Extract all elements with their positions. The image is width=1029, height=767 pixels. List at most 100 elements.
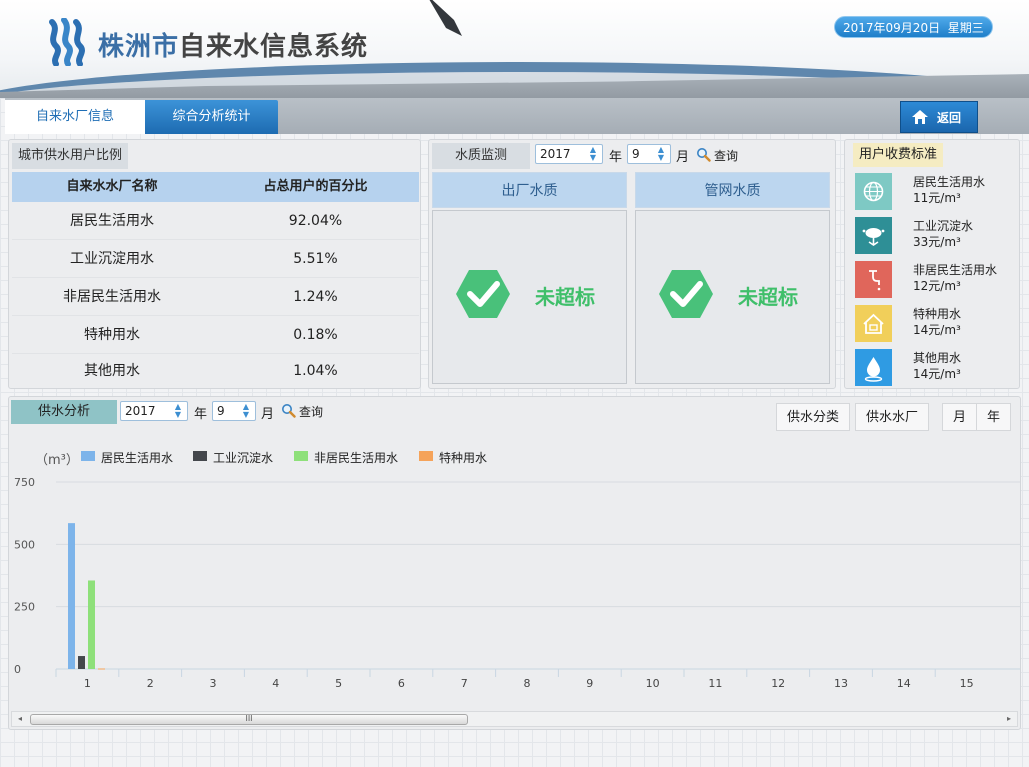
table-row: 工业沉淀用水 5.51%: [12, 240, 419, 278]
bar-3-1: [88, 580, 95, 669]
tariff-name: 居民生活用水: [913, 175, 986, 189]
table-row: 其他用水 1.04%: [12, 352, 419, 390]
chart-unit-label: （m³）: [35, 453, 79, 468]
back-label: 返回: [937, 111, 962, 125]
row-name: 特种用水: [84, 327, 140, 343]
home-icon: [912, 110, 928, 124]
quality-query-button[interactable]: 查询: [696, 147, 738, 164]
y-tick-label: 0: [14, 663, 21, 676]
row-percent: 0.18%: [293, 327, 338, 343]
tariff-price: 33元/m³: [913, 235, 961, 249]
tariff-name: 其他用水: [913, 351, 962, 365]
x-tick-label: 15: [960, 677, 974, 690]
app-header: 株洲市自来水信息系统 2017年09月20日 星期三: [0, 0, 1029, 98]
column-header-name: 自来水水厂名称: [66, 179, 158, 194]
x-tick-label: 1: [84, 677, 91, 690]
check-badge-icon: [659, 270, 713, 318]
y-tick-label: 750: [14, 476, 35, 489]
legend-item-special[interactable]: 特种用水: [419, 449, 487, 466]
back-button[interactable]: 返回: [900, 101, 978, 133]
table-row: 非居民生活用水 1.24%: [12, 278, 419, 316]
query-label: 查询: [299, 405, 324, 419]
legend-item-industrial[interactable]: 工业沉淀水: [193, 449, 273, 466]
period-year-button[interactable]: 年: [976, 403, 1012, 431]
main-navbar: 自来水厂信息 综合分析统计 返回: [5, 98, 1029, 134]
outlet-quality-card: 出厂水质 未超标: [432, 172, 627, 384]
supply-analysis-title: 供水分析: [11, 400, 117, 424]
pipe-quality-status: 未超标: [738, 285, 798, 309]
row-percent: 5.51%: [293, 251, 338, 267]
water-quality-panel: 水质监测 2017 ▲▼ 年 9 ▲▼ 月 查询 出厂水质 未超标 管网水质: [428, 139, 836, 389]
x-tick-label: 10: [646, 677, 660, 690]
tariff-price: 11元/m³: [913, 191, 961, 205]
year-unit-label: 年: [194, 407, 208, 422]
legend-item-non-resident[interactable]: 非居民生活用水: [294, 449, 398, 466]
globe-icon: [855, 173, 892, 210]
scroll-left-icon[interactable]: ◂: [13, 712, 27, 726]
row-name: 非居民生活用水: [63, 289, 161, 305]
x-tick-label: 9: [586, 677, 593, 690]
tariff-price: 14元/m³: [913, 367, 961, 381]
month-unit-label: 月: [676, 150, 690, 165]
tab-plant-info[interactable]: 自来水厂信息: [5, 100, 145, 134]
scroll-right-icon[interactable]: ▸: [1002, 712, 1016, 726]
tariff-panel: 用户收费标准 居民生活用水 11元/m³ 工业沉淀水 33元/m³ 非居民生活用…: [844, 139, 1020, 389]
legend-item-resident[interactable]: 居民生活用水: [81, 449, 173, 466]
stepper-arrows-icon[interactable]: ▲ ▼: [239, 403, 253, 419]
pipe-quality-title: 管网水质: [635, 172, 830, 208]
x-tick-label: 12: [771, 677, 785, 690]
period-month-button[interactable]: 月: [942, 403, 978, 431]
y-tick-label: 500: [14, 538, 35, 551]
tariff-item-non-resident: 非居民生活用水 12元/m³: [855, 261, 1019, 301]
view-by-category-button[interactable]: 供水分类: [776, 403, 851, 431]
quality-year-stepper[interactable]: 2017 ▲ ▼: [535, 144, 603, 164]
year-unit-label: 年: [609, 150, 623, 165]
y-tick-label: 250: [14, 601, 35, 614]
quality-month-stepper[interactable]: 9 ▲ ▼: [627, 144, 671, 164]
supply-query-button[interactable]: 查询: [281, 403, 323, 420]
x-tick-label: 3: [210, 677, 217, 690]
legend-label: 居民生活用水: [101, 451, 174, 465]
check-badge-icon: [456, 270, 510, 318]
chart-horizontal-scrollbar[interactable]: ◂ III ▸: [11, 711, 1018, 727]
legend-label: 工业沉淀水: [213, 451, 274, 465]
tariff-price: 12元/m³: [913, 279, 961, 293]
supply-analysis-panel: 供水分析 2017 ▲ ▼ 年 9 ▲ ▼ 月 查询 供水分类 供水水厂 月 年 （…: [8, 396, 1021, 730]
tariff-name: 非居民生活用水: [913, 263, 998, 277]
pipe-quality-card: 管网水质 未超标: [635, 172, 830, 384]
header-pen-decoration: [429, 0, 462, 36]
date-badge: 2017年09月20日 星期三: [834, 16, 993, 38]
water-quality-title: 水质监测: [432, 143, 530, 169]
view-by-plant-button[interactable]: 供水水厂: [855, 403, 930, 431]
tariff-name: 工业沉淀水: [913, 219, 974, 233]
query-label: 查询: [714, 149, 739, 163]
supply-year-value: 2017: [125, 404, 156, 418]
app-title: 株洲市自来水信息系统: [98, 32, 369, 62]
stepper-arrows-icon[interactable]: ▲ ▼: [171, 403, 185, 419]
x-tick-label: 7: [461, 677, 468, 690]
tariff-item-industrial: 工业沉淀水 33元/m³: [855, 217, 1019, 257]
stepper-arrows-icon[interactable]: ▲ ▼: [586, 146, 600, 162]
tariff-item-other: 其他用水 14元/m³: [855, 349, 1019, 389]
x-tick-label: 6: [398, 677, 405, 690]
row-percent: 92.04%: [288, 213, 343, 229]
stepper-arrows-icon[interactable]: ▲ ▼: [654, 146, 668, 162]
quality-month-value: 9: [632, 147, 640, 161]
tariff-item-special: 特种用水 14元/m³: [855, 305, 1019, 345]
tab-analysis-stats[interactable]: 综合分析统计: [145, 100, 278, 134]
quality-year-value: 2017: [540, 147, 571, 161]
x-tick-label: 2: [147, 677, 154, 690]
table-row: 特种用水 0.18%: [12, 316, 419, 354]
outlet-quality-body: 未超标: [432, 210, 627, 384]
x-tick-label: 5: [335, 677, 342, 690]
supply-month-stepper[interactable]: 9 ▲ ▼: [212, 401, 256, 421]
supply-bar-chart: 02505007501 2 3 4 5 6 7 8 9 10 11 12 13 14 15: [14, 476, 1020, 690]
tariff-title: 用户收费标准: [853, 143, 944, 167]
tariff-price: 14元/m³: [913, 323, 961, 337]
scroll-thumb[interactable]: III: [30, 714, 468, 725]
user-ratio-table-header: 自来水水厂名称 占总用户的百分比: [12, 172, 419, 202]
month-unit-label: 月: [261, 407, 275, 422]
supply-year-stepper[interactable]: 2017 ▲ ▼: [120, 401, 188, 421]
tariff-item-resident: 居民生活用水 11元/m³: [855, 173, 1019, 213]
search-icon: [697, 148, 711, 162]
